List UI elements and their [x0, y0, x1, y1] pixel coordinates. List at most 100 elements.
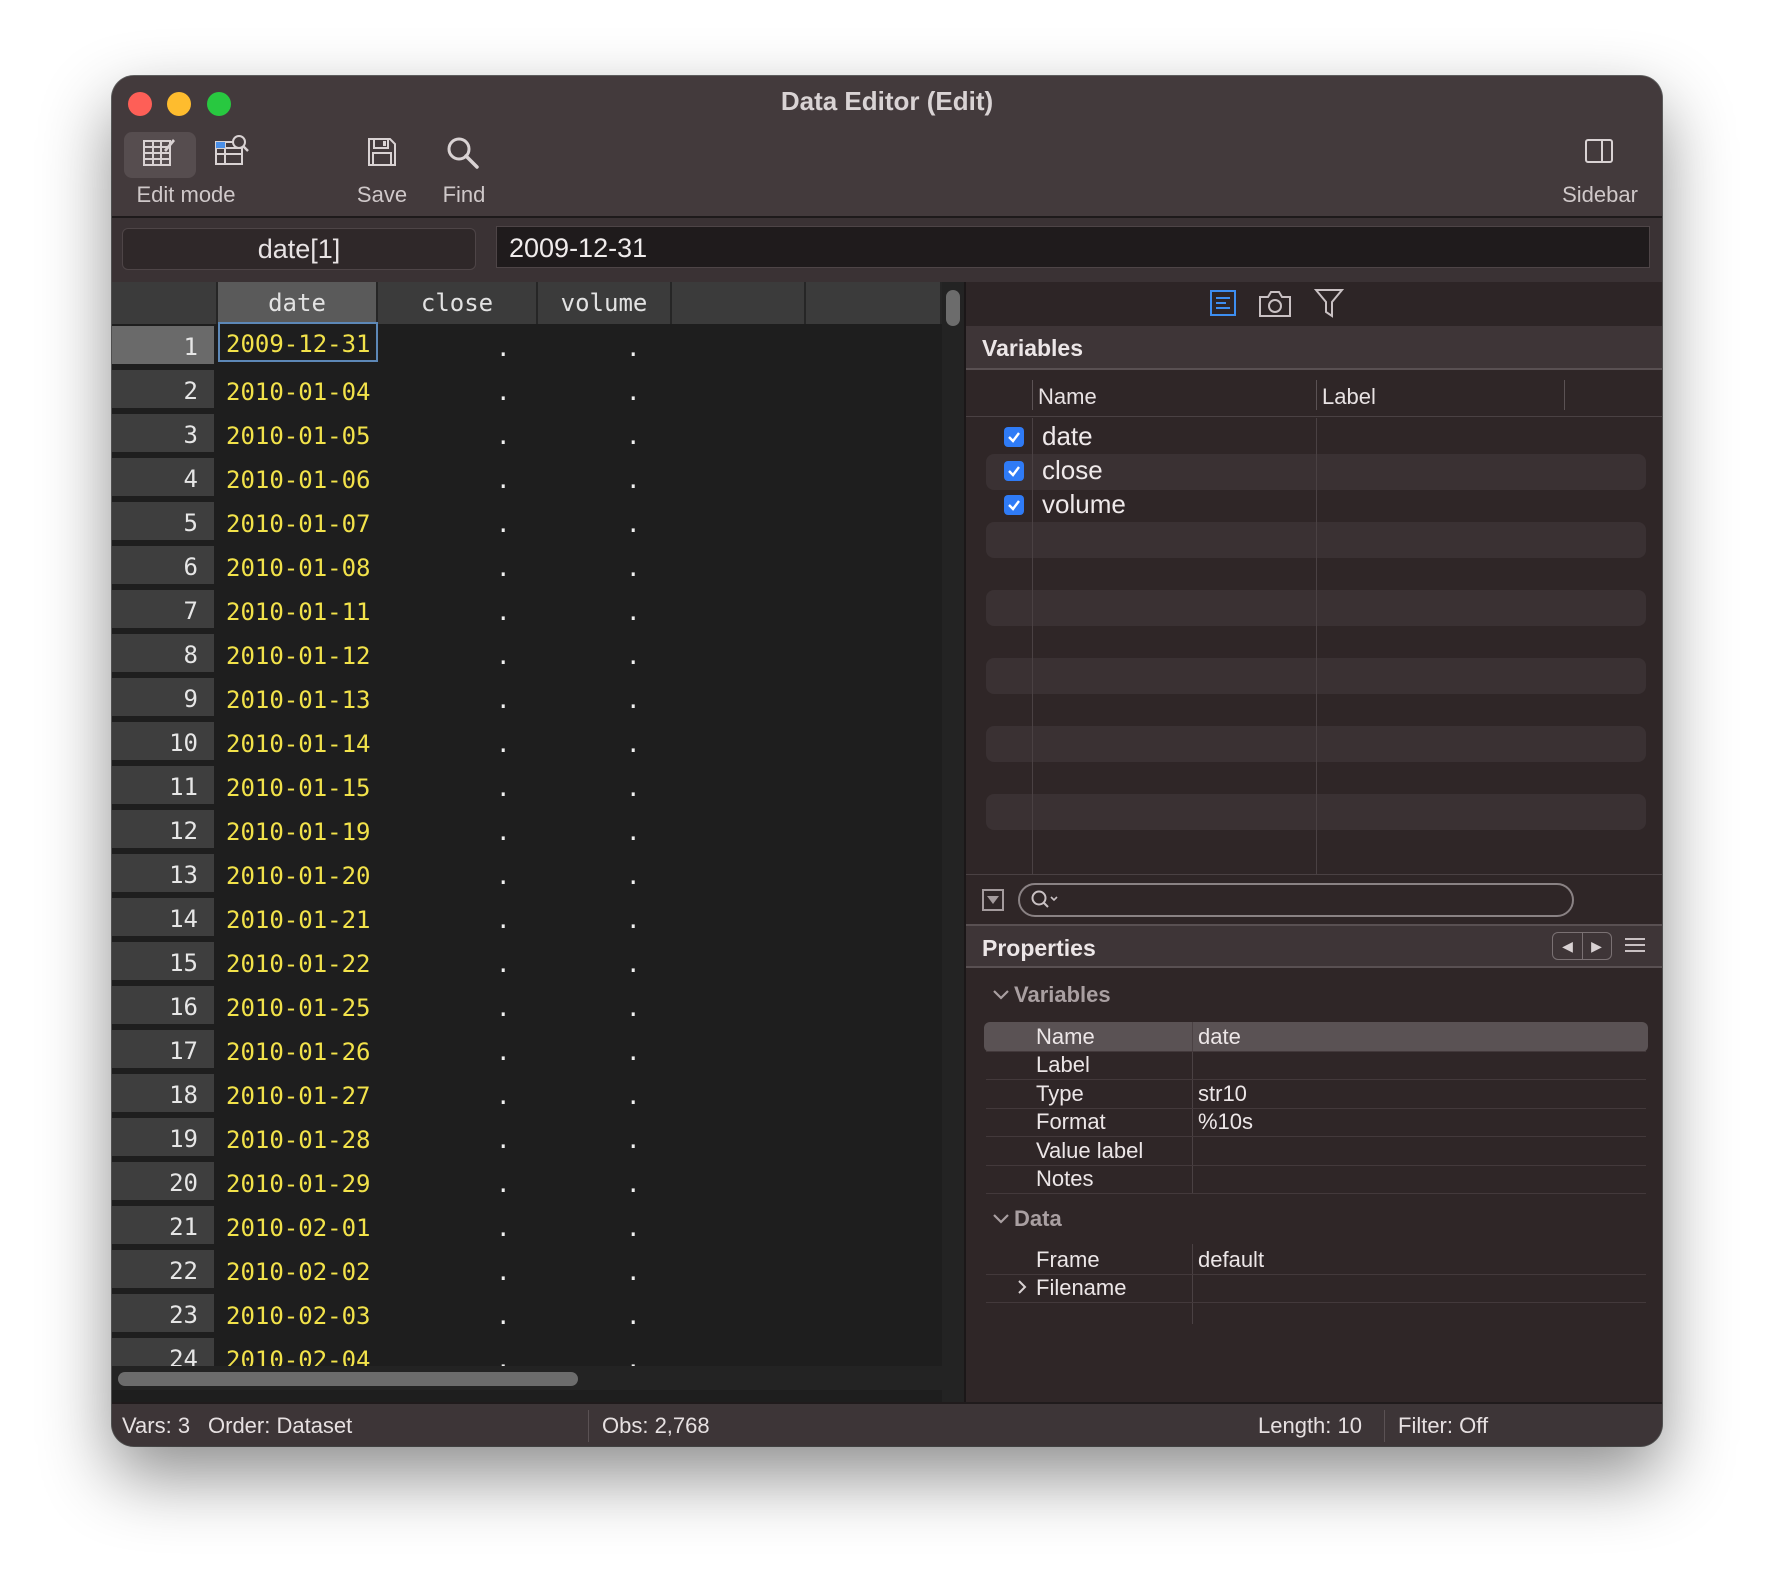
row-header[interactable]: 22 — [112, 1250, 214, 1291]
cell-volume[interactable]: . — [626, 1294, 640, 1338]
row-header[interactable]: 14 — [112, 898, 214, 939]
cell-volume[interactable]: . — [626, 1118, 640, 1162]
property-value[interactable]: %10s — [1198, 1109, 1253, 1135]
cell-date[interactable]: 2010-01-27 — [218, 1074, 378, 1114]
cell-close[interactable]: . — [496, 1294, 510, 1338]
row-header[interactable]: 6 — [112, 546, 214, 587]
row-header[interactable]: 4 — [112, 458, 214, 499]
snapshots-camera-icon[interactable] — [1258, 290, 1292, 323]
corner-header[interactable] — [112, 282, 218, 324]
cell-close[interactable]: . — [496, 1250, 510, 1294]
cell-volume[interactable]: . — [626, 1250, 640, 1294]
cell-close[interactable]: . — [496, 942, 510, 986]
column-header-close[interactable]: close — [378, 282, 538, 324]
variable-checkbox[interactable] — [1004, 495, 1024, 515]
cell-close[interactable]: . — [496, 1074, 510, 1118]
column-header-empty[interactable] — [806, 282, 942, 324]
cell-date[interactable]: 2010-01-15 — [218, 766, 378, 806]
cell-close[interactable]: . — [496, 502, 510, 546]
vertical-scroll-thumb[interactable] — [946, 290, 960, 326]
cell-date[interactable]: 2010-01-26 — [218, 1030, 378, 1070]
data-grid[interactable]: date close volume 1 2009-12-31.. 2 2010-01-… — [112, 282, 964, 1402]
cell-volume[interactable]: . — [626, 634, 640, 678]
column-header-empty[interactable] — [672, 282, 806, 324]
previous-arrow-icon[interactable]: ◀ — [1553, 933, 1583, 959]
cell-close[interactable]: . — [496, 546, 510, 590]
cell-date[interactable]: 2010-01-19 — [218, 810, 378, 850]
variable-checkbox[interactable] — [1004, 461, 1024, 481]
row-header[interactable]: 23 — [112, 1294, 214, 1335]
cell-date[interactable]: 2010-01-14 — [218, 722, 378, 762]
cell-name-field[interactable]: date[1] — [122, 228, 476, 270]
row-header[interactable]: 3 — [112, 414, 214, 455]
cell-date[interactable]: 2010-02-01 — [218, 1206, 378, 1246]
row-header[interactable]: 17 — [112, 1030, 214, 1071]
cell-close[interactable]: . — [496, 898, 510, 942]
cell-date[interactable]: 2010-01-05 — [218, 414, 378, 454]
cell-close[interactable]: . — [496, 810, 510, 854]
properties-menu-icon[interactable] — [1624, 936, 1646, 959]
cell-close[interactable]: . — [496, 722, 510, 766]
variables-col-name[interactable]: Name — [1038, 384, 1097, 410]
cell-date[interactable]: 2010-01-11 — [218, 590, 378, 630]
cell-date[interactable]: 2010-01-13 — [218, 678, 378, 718]
cell-volume[interactable]: . — [626, 722, 640, 766]
cell-date[interactable]: 2010-01-12 — [218, 634, 378, 674]
variables-search-input[interactable] — [1018, 883, 1574, 917]
properties-group-variables[interactable]: Variables — [1014, 982, 1111, 1008]
row-header[interactable]: 9 — [112, 678, 214, 719]
cell-volume[interactable]: . — [626, 1074, 640, 1118]
save-button[interactable]: Save — [344, 76, 420, 216]
cell-date[interactable]: 2010-01-06 — [218, 458, 378, 498]
variables-tab-icon[interactable] — [1210, 290, 1236, 321]
column-header-date[interactable]: date — [218, 282, 378, 324]
cell-date[interactable]: 2010-01-07 — [218, 502, 378, 542]
row-header[interactable]: 16 — [112, 986, 214, 1027]
row-header[interactable]: 1 — [112, 326, 214, 367]
cell-close[interactable]: . — [496, 458, 510, 502]
cell-volume[interactable]: . — [626, 546, 640, 590]
filter-dropdown-icon[interactable] — [982, 889, 1004, 916]
cell-close[interactable]: . — [496, 1118, 510, 1162]
cell-close[interactable]: . — [496, 370, 510, 414]
cell-date[interactable]: 2010-01-25 — [218, 986, 378, 1026]
cell-volume[interactable]: . — [626, 986, 640, 1030]
cell-volume[interactable]: . — [626, 1206, 640, 1250]
cell-value-field[interactable]: 2009-12-31 — [496, 226, 1650, 268]
variable-name[interactable]: volume — [1042, 489, 1126, 520]
row-header[interactable]: 5 — [112, 502, 214, 543]
row-header[interactable]: 15 — [112, 942, 214, 983]
cell-date[interactable]: 2010-01-04 — [218, 370, 378, 410]
cell-volume[interactable]: . — [626, 370, 640, 414]
cell-close[interactable]: . — [496, 1030, 510, 1074]
next-arrow-icon[interactable]: ▶ — [1582, 933, 1611, 959]
variable-name[interactable]: date — [1042, 421, 1093, 452]
cell-volume[interactable]: . — [626, 854, 640, 898]
property-value[interactable]: str10 — [1198, 1081, 1247, 1107]
property-value[interactable]: default — [1198, 1247, 1264, 1273]
row-header[interactable]: 12 — [112, 810, 214, 851]
row-header[interactable]: 13 — [112, 854, 214, 895]
find-button[interactable]: Find — [424, 76, 504, 216]
cell-date[interactable]: 2010-01-08 — [218, 546, 378, 586]
cell-volume[interactable]: . — [626, 590, 640, 634]
cell-close[interactable]: . — [496, 590, 510, 634]
cell-volume[interactable]: . — [626, 326, 640, 370]
row-header[interactable]: 7 — [112, 590, 214, 631]
filter-funnel-icon[interactable] — [1313, 288, 1345, 323]
chevron-down-icon[interactable] — [992, 1208, 1010, 1231]
vertical-scrollbar[interactable] — [942, 282, 964, 1402]
property-value[interactable]: date — [1198, 1024, 1241, 1050]
cell-date[interactable]: 2010-01-28 — [218, 1118, 378, 1158]
row-header[interactable]: 18 — [112, 1074, 214, 1115]
horizontal-scrollbar[interactable] — [112, 1366, 942, 1390]
horizontal-scroll-thumb[interactable] — [118, 1372, 578, 1386]
cell-date[interactable]: 2010-01-20 — [218, 854, 378, 894]
chevron-down-icon[interactable] — [992, 984, 1010, 1007]
row-header[interactable]: 10 — [112, 722, 214, 763]
variable-checkbox[interactable] — [1004, 427, 1024, 447]
cell-volume[interactable]: . — [626, 502, 640, 546]
cell-close[interactable]: . — [496, 1162, 510, 1206]
cell-date[interactable]: 2010-02-02 — [218, 1250, 378, 1290]
variable-name[interactable]: close — [1042, 455, 1103, 486]
